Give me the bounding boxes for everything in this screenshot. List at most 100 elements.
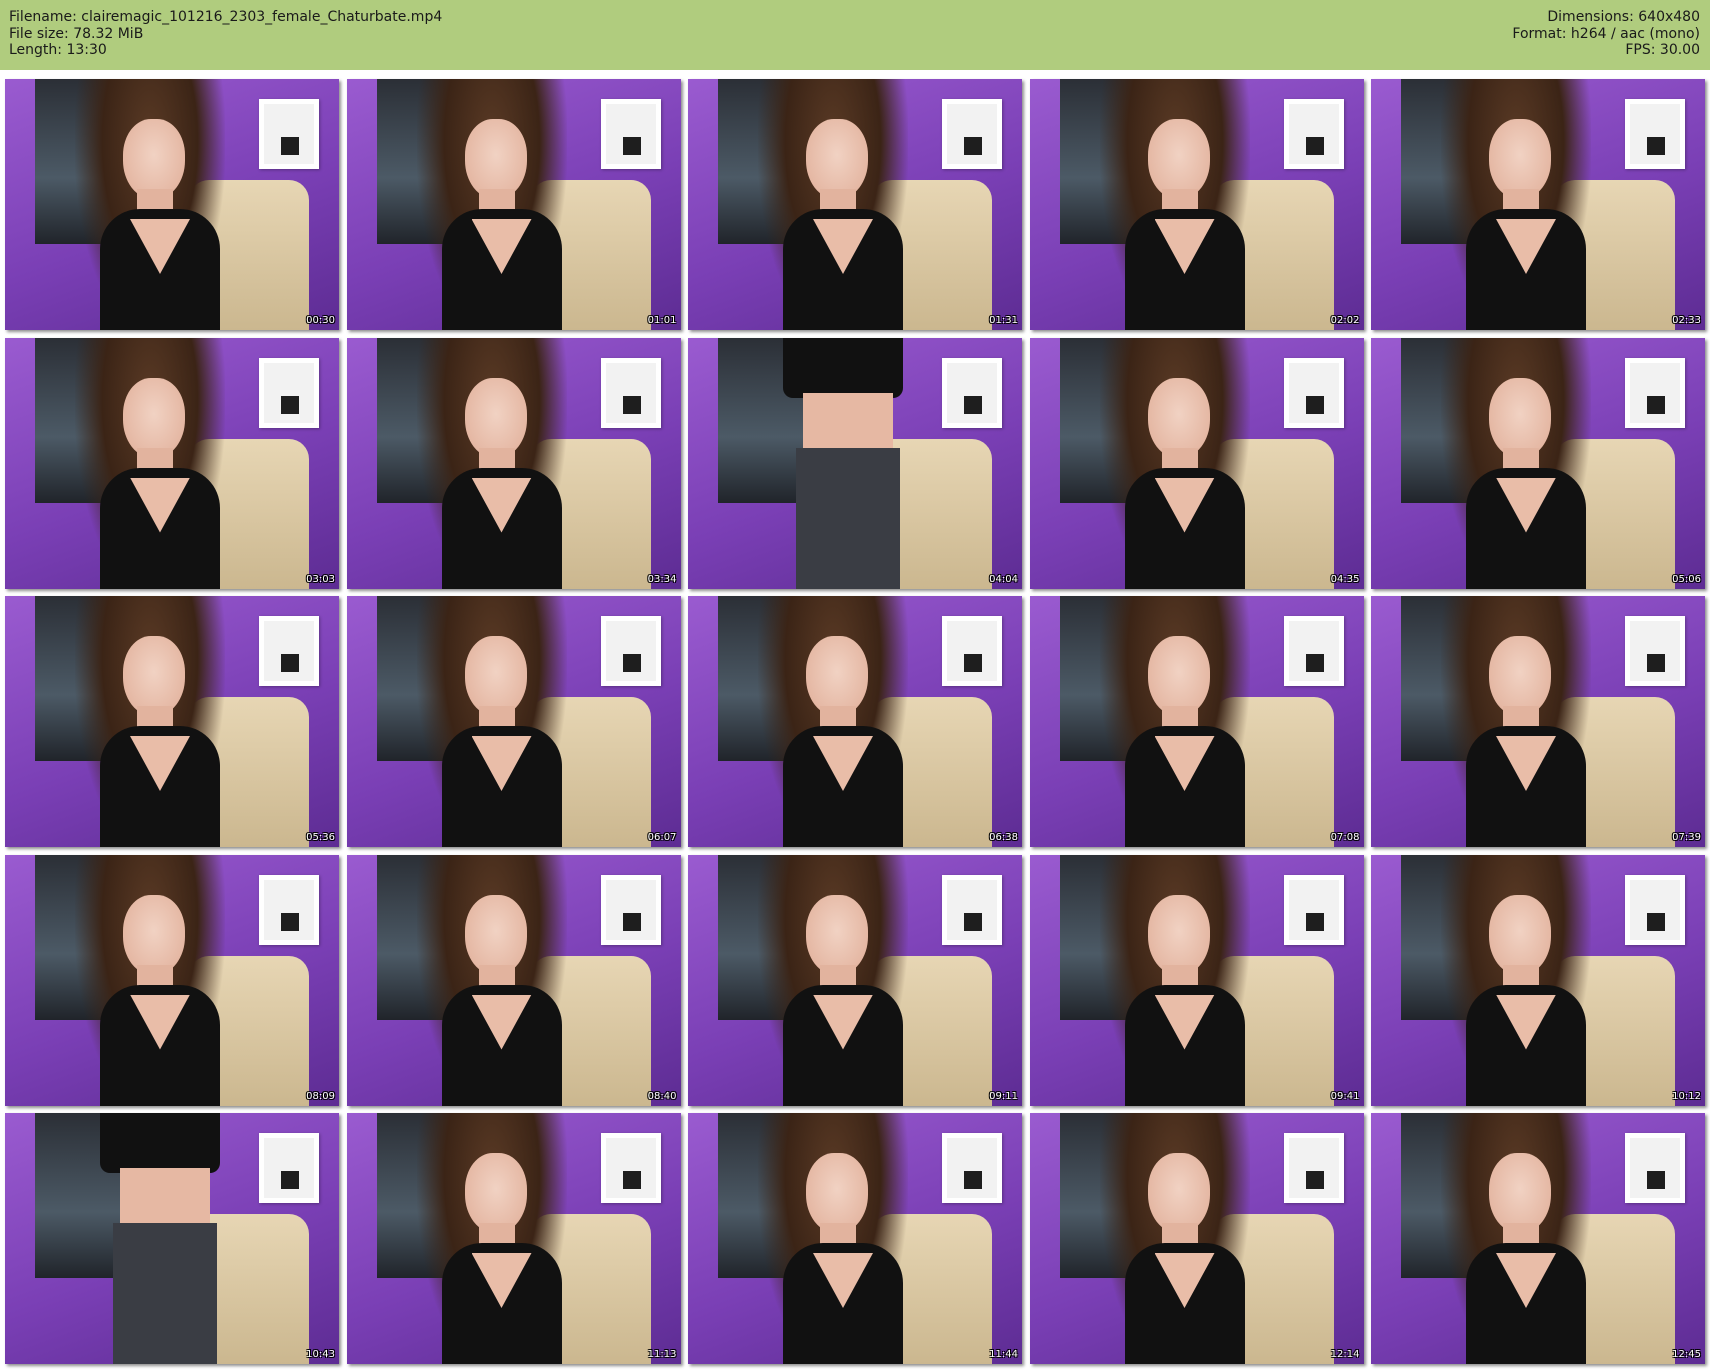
thumbnail-face <box>806 1153 868 1233</box>
thumbnail-shelf <box>942 1133 1002 1203</box>
video-thumbnail: 04:04 <box>688 337 1022 589</box>
filename-text: Filename: clairemagic_101216_2303_female… <box>9 9 443 25</box>
thumbnail-plant <box>281 395 299 414</box>
video-thumbnail: 07:08 <box>1029 596 1364 847</box>
thumbnail-plant <box>1647 912 1665 931</box>
thumbnail-plant <box>281 1171 299 1189</box>
thumbnail-shelf <box>1283 1133 1344 1203</box>
thumbnail-plant <box>622 654 641 672</box>
video-thumbnail: 09:11 <box>688 854 1022 1106</box>
thumbnail-plant <box>964 1171 982 1189</box>
video-thumbnail: 00:30 <box>5 79 339 330</box>
thumbnail-face <box>806 894 868 975</box>
thumbnail-shelf <box>259 616 319 686</box>
thumbnail-face <box>123 636 185 716</box>
thumbnail-face <box>123 377 185 458</box>
thumbnail-shelf <box>600 99 661 169</box>
thumbnail-shelf <box>942 357 1002 428</box>
video-thumbnail: 10:12 <box>1371 854 1705 1106</box>
thumbnail-plant <box>1305 137 1324 155</box>
thumbnail-plant <box>281 137 299 155</box>
thumbnail-face <box>1489 636 1551 716</box>
thumbnail-timestamp: 03:03 <box>306 573 335 585</box>
info-left: Filename: clairemagic_101216_2303_female… <box>9 9 442 59</box>
thumbnail-face <box>464 636 527 716</box>
thumbnail-plant <box>1647 395 1665 414</box>
thumbnail-plant <box>1305 1171 1324 1189</box>
thumbnail-plant <box>1305 912 1324 931</box>
thumbnail-face <box>1147 377 1210 458</box>
thumbnail-shelf <box>1625 874 1685 945</box>
thumbnail-plant <box>622 395 641 414</box>
thumbnail-shelf <box>942 99 1002 169</box>
thumbnail-face <box>1147 636 1210 716</box>
thumbnail-shelf <box>259 99 319 169</box>
thumbnail-shelf <box>600 616 661 686</box>
video-thumbnail: 11:13 <box>346 1113 681 1364</box>
thumbnail-face <box>464 1153 527 1233</box>
thumbnail-timestamp: 02:02 <box>1330 315 1360 326</box>
thumbnail-timestamp: 08:40 <box>647 1090 677 1102</box>
thumbnail-face <box>1489 1153 1551 1233</box>
thumbnail-plant <box>964 654 982 672</box>
dimensions-text: Dimensions: 640x480 <box>1547 9 1700 25</box>
thumbnail-timestamp: 10:12 <box>1672 1090 1701 1102</box>
thumbnail-face <box>123 894 185 975</box>
video-thumbnail: 07:39 <box>1371 596 1705 847</box>
thumbnail-shelf <box>600 1133 661 1203</box>
thumbnail-shelf <box>1625 1133 1685 1203</box>
thumbnail-plant <box>281 654 299 672</box>
thumbnail-face <box>464 894 527 975</box>
video-thumbnail: 03:03 <box>5 337 339 589</box>
video-thumbnail: 03:34 <box>346 337 681 589</box>
thumbnail-timestamp: 11:44 <box>989 1349 1018 1360</box>
video-thumbnail: 08:09 <box>5 854 339 1106</box>
thumbnail-face <box>806 636 868 716</box>
thumbnail-top <box>783 337 903 398</box>
video-thumbnail: 08:40 <box>346 854 681 1106</box>
length-text: Length: 13:30 <box>9 42 107 58</box>
thumbnail-shelf <box>259 1133 319 1203</box>
thumbnail-timestamp: 04:35 <box>1330 573 1360 585</box>
info-header: Filename: clairemagic_101216_2303_female… <box>0 0 1710 70</box>
thumbnail-shelf <box>942 874 1002 945</box>
thumbnail-face <box>1489 894 1551 975</box>
video-thumbnail: 11:44 <box>688 1113 1022 1364</box>
thumbnail-shelf <box>259 357 319 428</box>
video-thumbnail: 05:06 <box>1371 337 1705 589</box>
thumbnail-timestamp: 05:06 <box>1672 573 1701 585</box>
thumbnail-face <box>464 377 527 458</box>
thumbnail-face <box>1489 119 1551 199</box>
thumbnail-timestamp: 02:33 <box>1672 315 1701 326</box>
video-thumbnail: 06:38 <box>688 596 1022 847</box>
video-thumbnail: 01:01 <box>346 79 681 330</box>
thumbnail-plant <box>1305 654 1324 672</box>
thumbnail-belly <box>120 1168 210 1228</box>
thumbnail-shelf <box>1283 99 1344 169</box>
thumbnail-top <box>100 1113 220 1173</box>
thumbnail-plant <box>1647 137 1665 155</box>
thumbnail-shelf <box>1625 99 1685 169</box>
video-thumbnail: 12:45 <box>1371 1113 1705 1364</box>
video-thumbnail: 01:31 <box>688 79 1022 330</box>
thumbnail-shelf <box>1625 357 1685 428</box>
thumbnail-timestamp: 06:07 <box>647 832 677 843</box>
thumbnail-shelf <box>600 357 661 428</box>
thumbnail-face <box>123 119 185 199</box>
thumbnail-timestamp: 05:36 <box>306 832 335 843</box>
filesize-text: File size: 78.32 MiB <box>9 25 144 42</box>
thumbnail-shelf <box>1625 616 1685 686</box>
thumbnail-timestamp: 12:45 <box>1672 1349 1701 1360</box>
thumbnail-plant <box>281 912 299 931</box>
thumbnail-timestamp: 10:43 <box>306 1349 335 1360</box>
thumbnail-plant <box>964 912 982 931</box>
format-text: Format: h264 / aac (mono) <box>1512 25 1700 42</box>
thumbnail-shelf <box>1283 616 1344 686</box>
thumbnail-timestamp: 11:13 <box>647 1349 677 1360</box>
thumbnail-plant <box>964 137 982 155</box>
video-thumbnail: 04:35 <box>1029 337 1364 589</box>
thumbnail-timestamp: 04:04 <box>989 573 1018 585</box>
thumbnail-timestamp: 06:38 <box>989 832 1018 843</box>
thumbnail-timestamp: 03:34 <box>647 573 677 585</box>
thumbnail-face <box>1489 377 1551 458</box>
